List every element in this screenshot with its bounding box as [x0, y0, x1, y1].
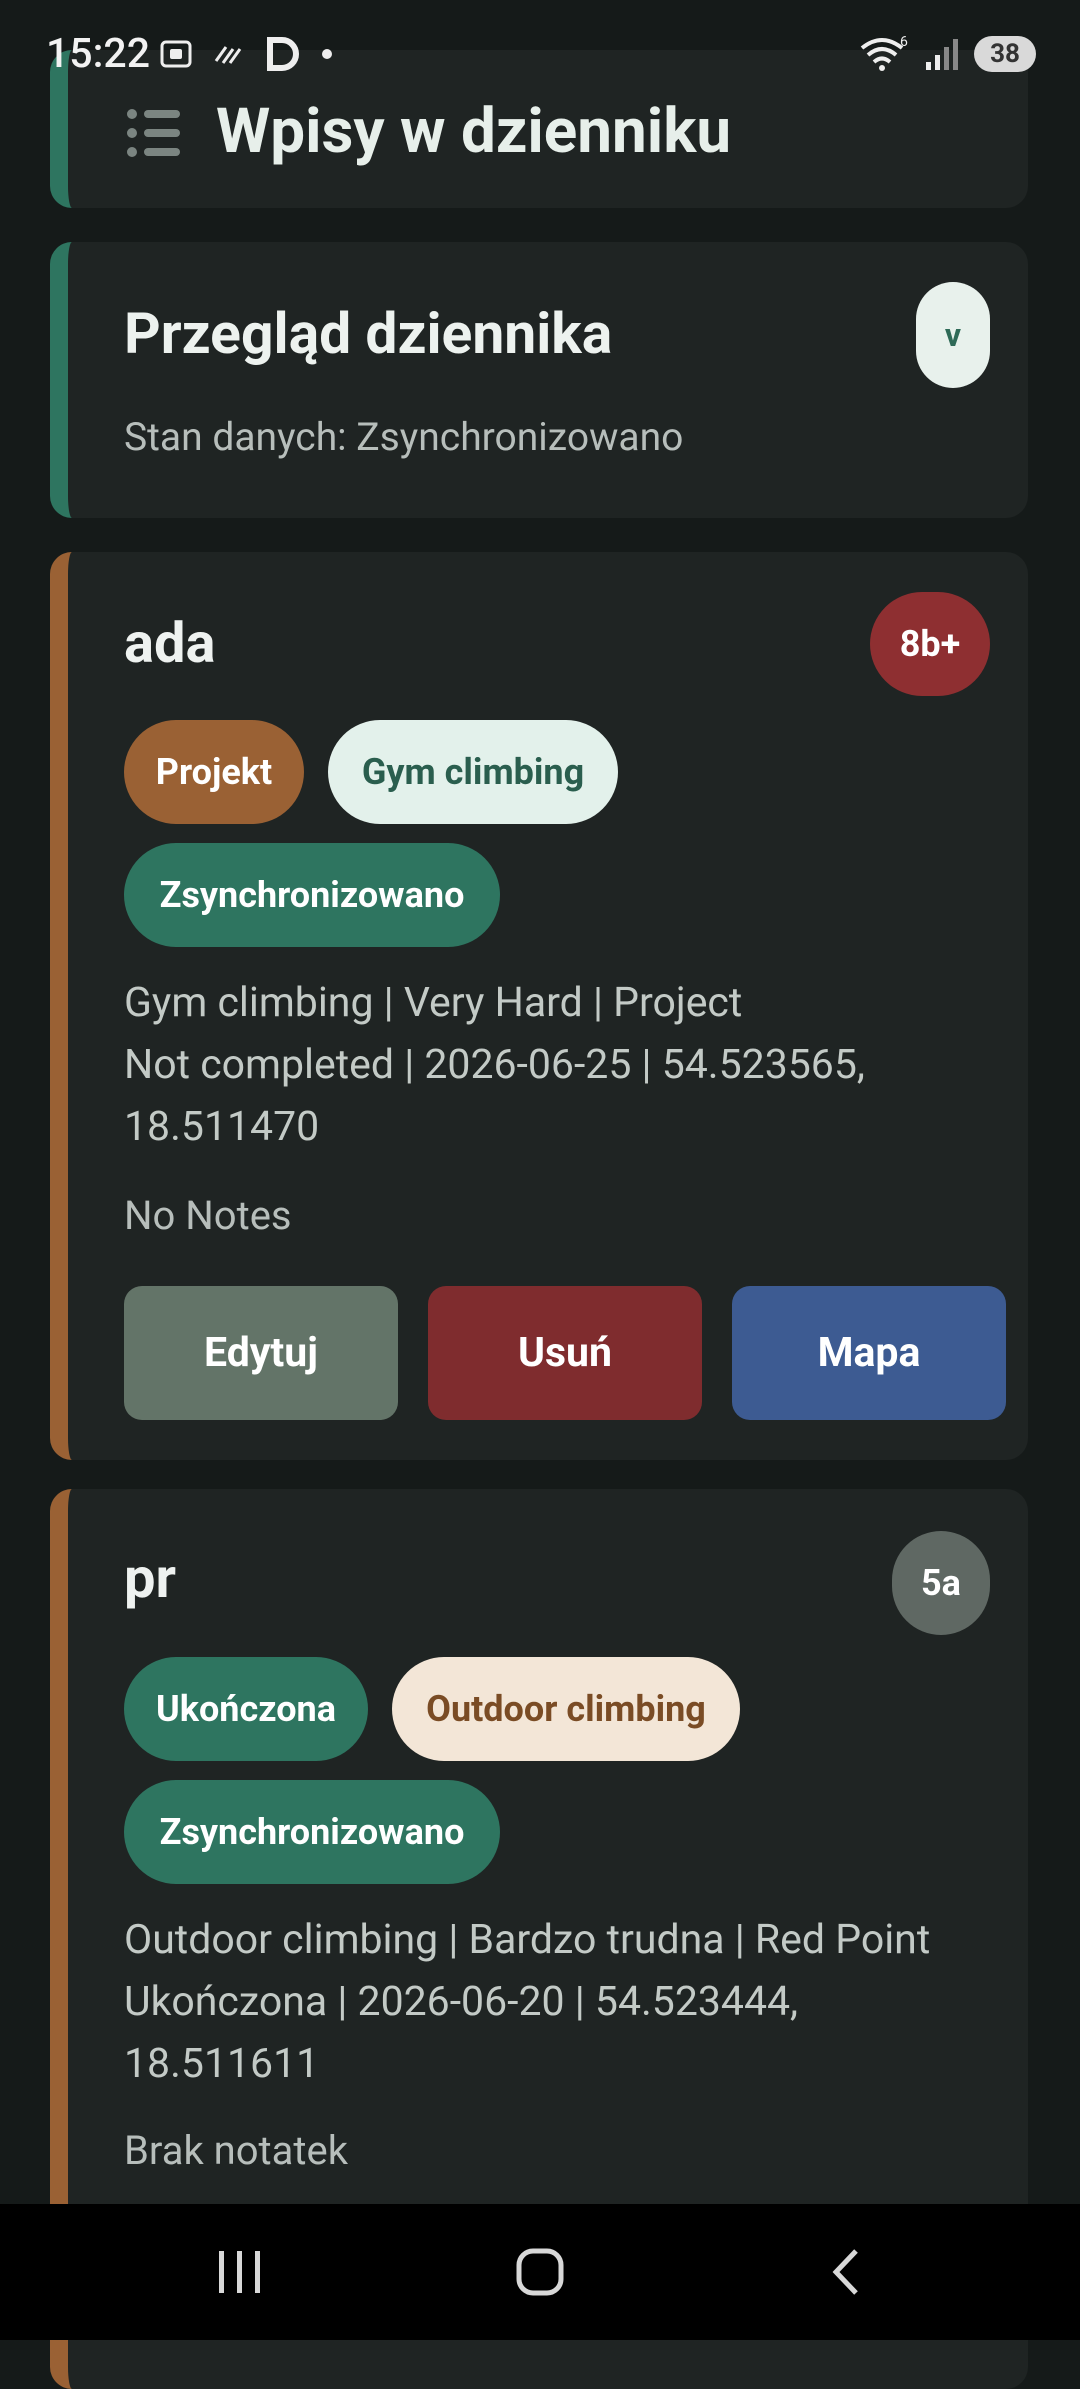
back-button[interactable]: [786, 2204, 906, 2340]
entry-name: ada: [124, 610, 216, 676]
battery-indicator: 38: [974, 36, 1036, 72]
map-button[interactable]: Mapa: [732, 1286, 1006, 1420]
app-d-icon: [267, 37, 299, 71]
details-line: Gym climbing | Very Hard | Project: [124, 979, 743, 1027]
data-status-text: Stan danych: Zsynchronizowano: [124, 414, 684, 460]
type-chip: Outdoor climbing: [392, 1657, 740, 1761]
details-line: Ukończona | 2026-06-20 | 54.523444,: [124, 1978, 799, 2026]
svg-text:6: 6: [900, 34, 908, 50]
status-time: 15:22: [46, 30, 151, 78]
status-left-icons: [158, 34, 334, 74]
overview-title: Przegląd dziennika: [124, 300, 613, 367]
status-chip: Ukończona: [124, 1657, 368, 1761]
recents-icon: [219, 2251, 260, 2293]
status-bar: 15:22 6 38: [0, 0, 1080, 110]
entry-card[interactable]: ada 8b+ Projekt Gym climbing Zsynchroniz…: [50, 552, 1028, 1460]
status-chip: Projekt: [124, 720, 304, 824]
overview-toggle-button[interactable]: v: [916, 282, 990, 388]
screenshot-icon: [160, 40, 192, 68]
back-icon: [832, 2249, 858, 2295]
details-line: Outdoor climbing | Bardzo trudna | Red P…: [124, 1916, 931, 1964]
entry-name: pr: [124, 1545, 177, 1611]
notification-dot-icon: [322, 49, 332, 59]
delete-button[interactable]: Usuń: [428, 1286, 702, 1420]
overview-card: Przegląd dziennika v Stan danych: Zsynch…: [50, 242, 1028, 518]
details-line: 18.511470: [124, 1103, 320, 1151]
data-saver-icon: [214, 46, 242, 64]
entry-details: Outdoor climbing | Bardzo trudna | Red P…: [124, 1909, 1024, 2095]
home-button[interactable]: [480, 2204, 600, 2340]
status-right-icons: 6 38: [858, 34, 1036, 74]
grade-badge: 5a: [892, 1531, 990, 1635]
grade-badge: 8b+: [870, 592, 990, 696]
sync-chip: Zsynchronizowano: [124, 1780, 500, 1884]
entry-details: Gym climbing | Very Hard | Project Not c…: [124, 972, 1024, 1158]
list-menu-icon[interactable]: [126, 108, 182, 158]
sync-chip: Zsynchronizowano: [124, 843, 500, 947]
details-line: 18.511611: [124, 2040, 320, 2088]
recents-button[interactable]: [180, 2204, 300, 2340]
home-icon: [516, 2248, 564, 2296]
signal-icon: [926, 39, 958, 70]
edit-button[interactable]: Edytuj: [124, 1286, 398, 1420]
wifi-icon: 6: [860, 34, 908, 71]
entry-notes: Brak notatek: [124, 2127, 348, 2174]
entry-notes: No Notes: [124, 1192, 292, 1239]
type-chip: Gym climbing: [328, 720, 618, 824]
system-navigation-bar: [0, 2204, 1080, 2340]
details-line: Not completed | 2026-06-25 | 54.523565,: [124, 1041, 865, 1089]
